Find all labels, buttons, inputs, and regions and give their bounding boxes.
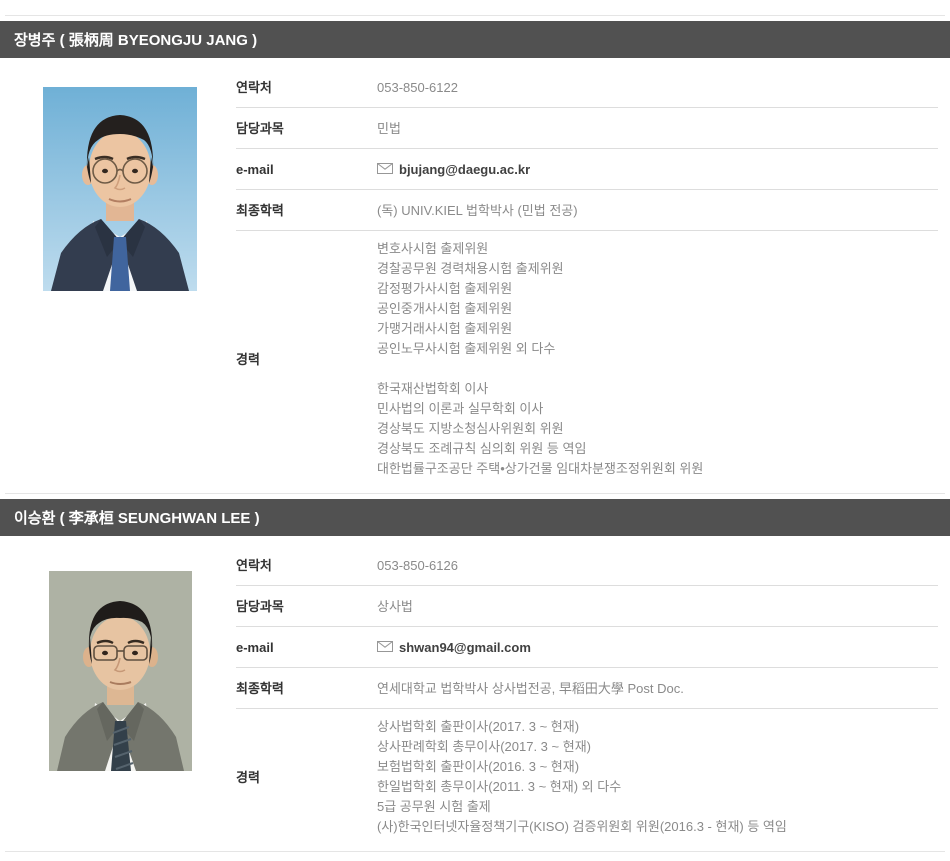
email-row: e-mail bjujang@daegu.ac.kr [236, 149, 938, 190]
section-divider [5, 493, 945, 494]
career-item: 감정평가사시험 출제위원 [377, 279, 938, 299]
career-row: 경력 변호사시험 출제위원 경찰공무원 경력채용시험 출제위원 감정평가사시험 … [236, 231, 938, 487]
faculty-page: 장병주 ( 張柄周 BYEONGJU JANG ) [0, 0, 950, 852]
career-item: (사)한국인터넷자율정책기구(KISO) 검증위원회 위원(2016.3 - 현… [377, 817, 938, 837]
email-label: e-mail [236, 162, 377, 177]
profile-content: 연락처 053-850-6122 담당과목 민법 e-mail bjujang@… [0, 58, 950, 493]
profile-table: 연락처 053-850-6126 담당과목 상사법 e-mail shwan94… [236, 545, 938, 845]
career-item: 공인중개사시험 출제위원 [377, 299, 938, 319]
career-item: 한일법학회 총무이사(2011. 3 ~ 현재) 외 다수 [377, 777, 938, 797]
career-item: 경상북도 지방소청심사위원회 위원 [377, 419, 938, 439]
career-item: 경상북도 조례규칙 심의회 위원 등 역임 [377, 439, 938, 459]
courses-value: 민법 [377, 121, 401, 136]
professor-photo [43, 87, 197, 291]
envelope-icon [377, 162, 393, 177]
professor-name: 장병주 ( 張柄周 BYEONGJU JANG ) [14, 29, 257, 50]
career-item: 경찰공무원 경력채용시험 출제위원 [377, 259, 938, 279]
email-link[interactable]: bjujang@daegu.ac.kr [377, 162, 530, 177]
email-label: e-mail [236, 640, 377, 655]
career-item: 가맹거래사시험 출제위원 [377, 319, 938, 339]
career-item: 변호사시험 출제위원 [377, 239, 938, 259]
contact-label: 연락처 [236, 558, 377, 573]
career-item: 상사판례학회 총무이사(2017. 3 ~ 현재) [377, 737, 938, 757]
career-item-blank [377, 359, 938, 379]
career-item: 대한법률구조공단 주택•상가건물 임대차분쟁조정위원회 위원 [377, 459, 938, 479]
photo-column [0, 545, 236, 845]
contact-value: 053-850-6122 [377, 80, 458, 95]
professor-photo [43, 565, 197, 777]
education-row: 최종학력 (독) UNIV.KIEL 법학박사 (민법 전공) [236, 190, 938, 231]
email-text: bjujang@daegu.ac.kr [399, 162, 530, 177]
career-list: 변호사시험 출제위원 경찰공무원 경력채용시험 출제위원 감정평가사시험 출제위… [377, 239, 938, 479]
contact-row: 연락처 053-850-6126 [236, 545, 938, 586]
education-value: (독) UNIV.KIEL 법학박사 (민법 전공) [377, 203, 578, 218]
courses-row: 담당과목 상사법 [236, 586, 938, 627]
career-label: 경력 [236, 352, 377, 367]
education-value: 연세대학교 법학박사 상사법전공, 早稻田大學 Post Doc. [377, 681, 684, 696]
profile-table: 연락처 053-850-6122 담당과목 민법 e-mail bjujang@… [236, 67, 938, 487]
email-text: shwan94@gmail.com [399, 640, 531, 655]
profile-name-bar: 이승환 ( 李承桓 SEUNGHWAN LEE ) [0, 499, 950, 536]
email-link[interactable]: shwan94@gmail.com [377, 640, 531, 655]
contact-label: 연락처 [236, 80, 377, 95]
education-label: 최종학력 [236, 203, 377, 218]
envelope-icon [377, 640, 393, 655]
career-list: 상사법학회 출판이사(2017. 3 ~ 현재) 상사판례학회 총무이사(201… [377, 717, 938, 837]
career-row: 경력 상사법학회 출판이사(2017. 3 ~ 현재) 상사판례학회 총무이사(… [236, 709, 938, 845]
career-item: 공인노무사시험 출제위원 외 다수 [377, 339, 938, 359]
email-row: e-mail shwan94@gmail.com [236, 627, 938, 668]
courses-label: 담당과목 [236, 599, 377, 614]
contact-row: 연락처 053-850-6122 [236, 67, 938, 108]
section-divider [5, 851, 945, 852]
courses-value: 상사법 [377, 599, 413, 614]
professor-profile-1: 장병주 ( 張柄周 BYEONGJU JANG ) [0, 21, 950, 493]
career-item: 한국재산법학회 이사 [377, 379, 938, 399]
career-item: 5급 공무원 시험 출제 [377, 797, 938, 817]
profile-name-bar: 장병주 ( 張柄周 BYEONGJU JANG ) [0, 21, 950, 58]
courses-row: 담당과목 민법 [236, 108, 938, 149]
professor-profile-2: 이승환 ( 李承桓 SEUNGHWAN LEE ) [0, 499, 950, 851]
career-item: 상사법학회 출판이사(2017. 3 ~ 현재) [377, 717, 938, 737]
photo-column [0, 67, 236, 487]
contact-value: 053-850-6126 [377, 558, 458, 573]
career-label: 경력 [236, 770, 377, 785]
section-divider [5, 15, 945, 16]
profile-content: 연락처 053-850-6126 담당과목 상사법 e-mail shwan94… [0, 536, 950, 851]
education-label: 최종학력 [236, 681, 377, 696]
education-row: 최종학력 연세대학교 법학박사 상사법전공, 早稻田大學 Post Doc. [236, 668, 938, 709]
career-item: 민사법의 이론과 실무학회 이사 [377, 399, 938, 419]
career-item: 보험법학회 출판이사(2016. 3 ~ 현재) [377, 757, 938, 777]
professor-name: 이승환 ( 李承桓 SEUNGHWAN LEE ) [14, 507, 260, 528]
courses-label: 담당과목 [236, 121, 377, 136]
